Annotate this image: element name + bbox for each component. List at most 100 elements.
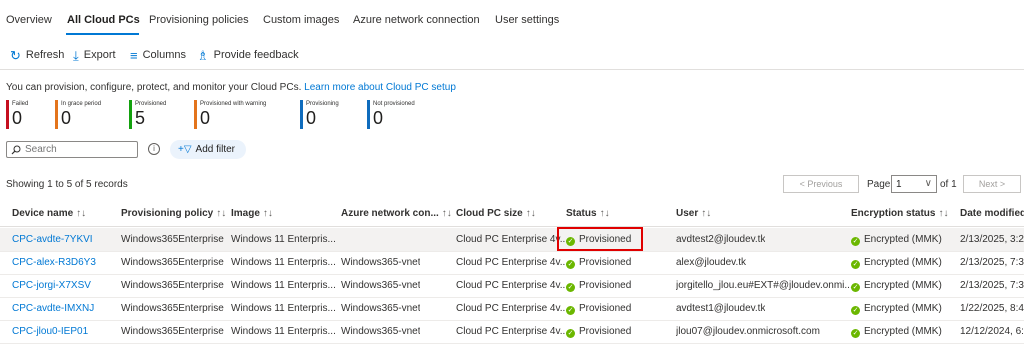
column-header-label: Device name (12, 208, 74, 219)
encryption-text: Encrypted (MMK) (864, 257, 942, 268)
check-circle-icon: ✓ (566, 329, 575, 338)
column-header-label: Status (566, 208, 597, 219)
download-icon: ⤓ (73, 47, 79, 63)
column-header-label: Image (231, 208, 260, 219)
tab-all-cloud-pcs[interactable]: All Cloud PCs (67, 14, 140, 26)
status-highlight-box (557, 227, 643, 251)
tile-count: 0 (373, 108, 384, 128)
cell-user: alex@jloudev.tk (676, 257, 746, 268)
device-name-link[interactable]: CPC-alex-R3D6Y3 (12, 257, 96, 268)
command-bar: ↻ Refresh ⤓ Export ≡ Columns ♗ Provide f… (0, 44, 1024, 66)
column-header-user[interactable]: User ↑↓ (676, 208, 711, 219)
column-header-encryption-status[interactable]: Encryption status ↑↓ (851, 208, 948, 219)
tile-count: 0 (200, 108, 211, 128)
cell-encryption: ✓ Encrypted (MMK) (851, 257, 942, 269)
column-header-label: Provisioning policy (121, 208, 214, 219)
column-header-provisioning-policy[interactable]: Provisioning policy ↑↓ (121, 208, 226, 219)
cell-encryption: ✓ Encrypted (MMK) (851, 280, 942, 292)
sort-icon: ↑↓ (262, 208, 273, 219)
cell-user: avdtest2@jloudev.tk (676, 234, 766, 245)
sort-icon: ↑↓ (525, 208, 536, 219)
cell-network: Windows365-vnet (341, 257, 421, 268)
status-text: Provisioned (579, 326, 632, 337)
column-header-device-name[interactable]: Device name ↑↓ (12, 208, 86, 219)
toolbar-divider (0, 69, 1024, 70)
cell-encryption: ✓ Encrypted (MMK) (851, 234, 942, 246)
device-name-link[interactable]: CPC-avdte-7YKVI (12, 234, 93, 245)
cell-date: 12/12/2024, 6:5 (960, 326, 1024, 337)
device-name-link[interactable]: CPC-jorgi-X7XSV (12, 280, 91, 291)
provide-feedback-button[interactable]: ♗ Provide feedback (197, 44, 299, 66)
refresh-button[interactable]: ↻ Refresh (10, 44, 64, 66)
previous-page-button[interactable]: < Previous (783, 175, 859, 193)
encryption-text: Encrypted (MMK) (864, 326, 942, 337)
learn-more-link[interactable]: Learn more about Cloud PC setup (304, 82, 456, 93)
search-box[interactable] (6, 141, 138, 158)
columns-label: Columns (142, 49, 186, 61)
column-header-azure-network[interactable]: Azure network con... ↑↓ (341, 208, 452, 219)
cell-image: Windows 11 Enterpris... (231, 326, 336, 337)
table-row[interactable]: CPC-jorgi-X7XSV Windows365Enterprise Win… (0, 274, 1024, 298)
columns-button[interactable]: ≡ Columns (130, 44, 186, 66)
cell-user: avdtest1@jloudev.tk (676, 303, 766, 314)
cell-size: Cloud PC Enterprise 4v... (456, 326, 569, 337)
tab-user-settings[interactable]: User settings (495, 14, 559, 26)
feedback-label: Provide feedback (213, 49, 299, 61)
feedback-icon: ♗ (197, 47, 209, 63)
cell-network: Windows365-vnet (341, 326, 421, 337)
export-button[interactable]: ⤓ Export (73, 44, 116, 66)
page-select[interactable]: 1 ∨ (891, 175, 937, 193)
check-circle-icon: ✓ (851, 260, 860, 269)
check-circle-icon: ✓ (566, 260, 575, 269)
add-filter-button[interactable]: +▽ Add filter (170, 140, 246, 159)
check-circle-icon: ✓ (851, 237, 860, 246)
intro-text: You can provision, configure, protect, a… (6, 82, 456, 93)
refresh-icon: ↻ (10, 47, 21, 63)
encryption-text: Encrypted (MMK) (864, 234, 942, 245)
cell-size: Cloud PC Enterprise 4v... (456, 234, 569, 245)
cell-user: jlou07@jloudev.onmicrosoft.com (676, 326, 820, 337)
filter-icon: +▽ (178, 144, 192, 155)
sort-icon: ↑↓ (599, 208, 610, 219)
sort-icon: ↑↓ (216, 208, 227, 219)
column-header-image[interactable]: Image ↑↓ (231, 208, 273, 219)
cell-size: Cloud PC Enterprise 4v... (456, 257, 569, 268)
column-header-date-modified[interactable]: Date modified (960, 208, 1024, 219)
check-circle-icon: ✓ (566, 306, 575, 315)
info-icon[interactable]: i (148, 143, 160, 155)
export-label: Export (83, 49, 116, 61)
column-header-status[interactable]: Status ↑↓ (566, 208, 610, 219)
table-row[interactable]: CPC-alex-R3D6Y3 Windows365Enterprise Win… (0, 251, 1024, 275)
tab-provisioning-policies[interactable]: Provisioning policies (149, 14, 249, 26)
active-tab-indicator (66, 33, 139, 35)
device-name-link[interactable]: CPC-jlou0-IEP01 (12, 326, 88, 337)
check-circle-icon: ✓ (851, 283, 860, 292)
tile-count: 0 (12, 108, 23, 128)
tab-custom-images[interactable]: Custom images (263, 14, 339, 26)
table-row[interactable]: CPC-jlou0-IEP01 Windows365Enterprise Win… (0, 320, 1024, 344)
cell-policy: Windows365Enterprise (121, 326, 224, 337)
tile-label: Not provisioned (373, 101, 415, 107)
encryption-text: Encrypted (MMK) (864, 280, 942, 291)
cell-policy: Windows365Enterprise (121, 280, 224, 291)
search-input[interactable] (25, 144, 125, 155)
tab-overview[interactable]: Overview (6, 14, 52, 26)
column-header-label: Cloud PC size (456, 208, 523, 219)
table-row[interactable]: CPC-avdte-7YKVI Windows365Enterprise Win… (0, 228, 1024, 252)
sort-icon: ↑↓ (441, 208, 452, 219)
sort-icon: ↑↓ (701, 208, 712, 219)
next-page-button[interactable]: Next > (963, 175, 1021, 193)
cell-date: 2/13/2025, 7:36 (960, 280, 1024, 291)
tile-label: Failed (12, 101, 29, 107)
device-name-link[interactable]: CPC-avdte-IMXNJ (12, 303, 94, 314)
search-icon (11, 145, 21, 155)
cell-size: Cloud PC Enterprise 4v... (456, 303, 569, 314)
add-filter-label: Add filter (195, 144, 235, 155)
tile-count: 0 (306, 108, 317, 128)
cell-encryption: ✓ Encrypted (MMK) (851, 303, 942, 315)
status-text: Provisioned (579, 303, 632, 314)
table-row[interactable]: CPC-avdte-IMXNJ Windows365Enterprise Win… (0, 297, 1024, 321)
column-header-cloud-pc-size[interactable]: Cloud PC size ↑↓ (456, 208, 536, 219)
tab-azure-network-connection[interactable]: Azure network connection (353, 14, 480, 26)
status-bar (194, 100, 197, 129)
